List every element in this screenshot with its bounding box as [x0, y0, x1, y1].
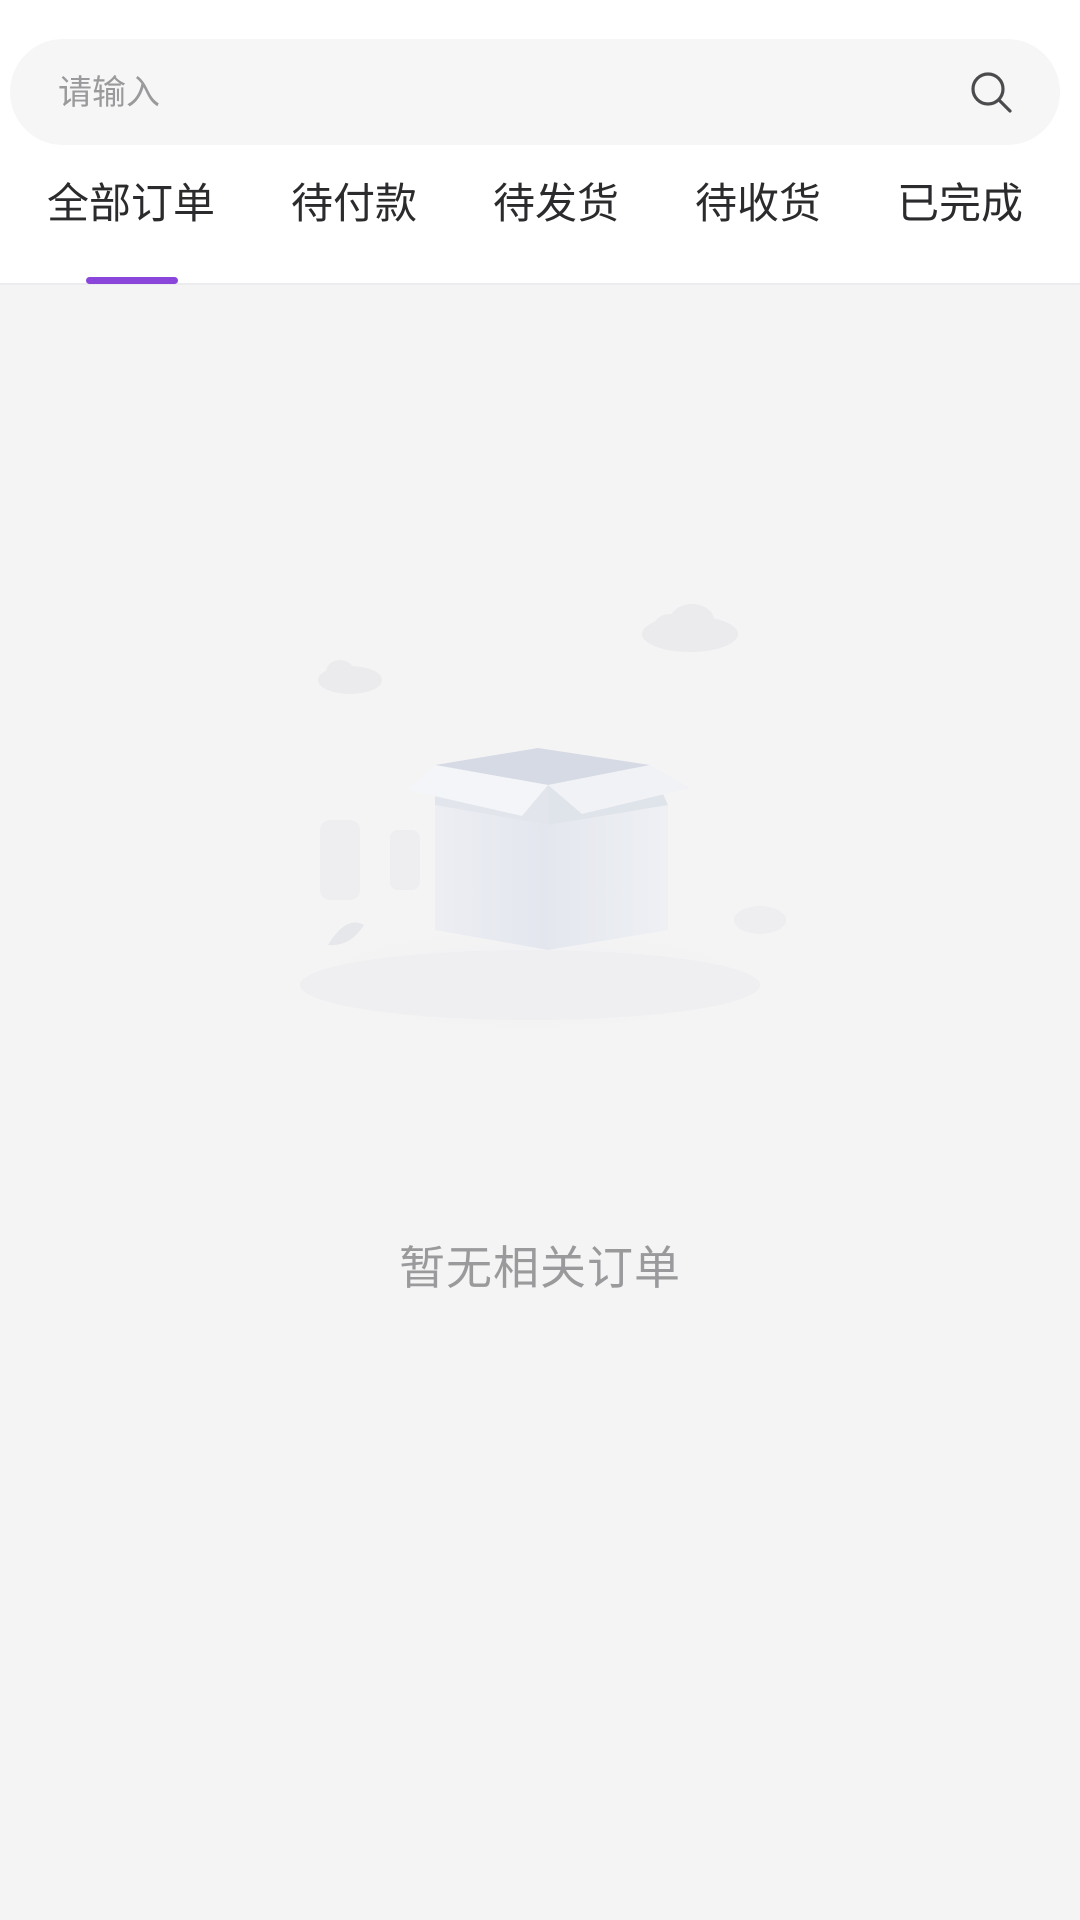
empty-box-illustration — [230, 604, 830, 1050]
tab-label: 待付款 — [290, 179, 417, 228]
tab-pending-shipment[interactable]: 待发货 — [476, 180, 636, 280]
search-icon[interactable] — [968, 69, 1014, 115]
tab-pending-receipt[interactable]: 待收货 — [678, 180, 838, 280]
tab-pending-payment[interactable]: 待付款 — [274, 180, 434, 280]
active-tab-indicator — [86, 277, 178, 284]
tab-label: 全部订单 — [46, 179, 215, 228]
order-status-tabs: 全部订单 待付款 待发货 待收货 已完成 — [0, 180, 1080, 280]
search-bar[interactable] — [10, 39, 1060, 147]
tab-label: 待收货 — [694, 179, 821, 228]
empty-state-message: 暂无相关订单 — [399, 1241, 681, 1295]
header-panel: 全部订单 待付款 待发货 待收货 已完成 — [0, 0, 1080, 285]
order-list-page: 全部订单 待付款 待发货 待收货 已完成 — [0, 0, 1080, 1920]
tab-all-orders[interactable]: 全部订单 — [20, 180, 242, 280]
tab-label: 待发货 — [492, 179, 619, 228]
search-input[interactable] — [56, 39, 940, 147]
tab-label: 已完成 — [896, 179, 1023, 228]
tab-completed[interactable]: 已完成 — [880, 180, 1040, 280]
